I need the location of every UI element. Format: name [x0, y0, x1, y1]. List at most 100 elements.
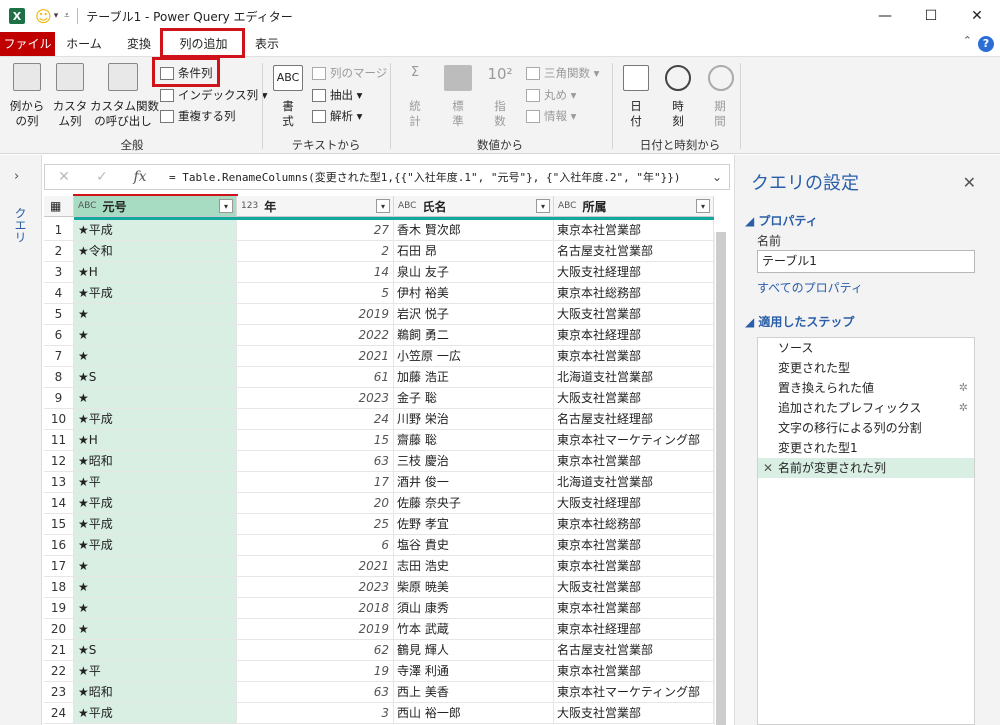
tab-add-column[interactable]: 列の追加 — [167, 32, 240, 56]
help-icon[interactable]: ? — [978, 36, 994, 52]
cell-department[interactable]: 東京本社マーケティング部 — [554, 682, 714, 703]
cell-year[interactable]: 24 — [237, 409, 394, 430]
cell-name[interactable]: 香木 賢次郎 — [394, 220, 554, 241]
tab-view[interactable]: 表示 — [244, 32, 290, 56]
cell-year[interactable]: 25 — [237, 514, 394, 535]
cell-name[interactable]: 塩谷 貴史 — [394, 535, 554, 556]
step-split-column[interactable]: 文字の移行による列の分割 — [758, 418, 974, 438]
text-type-icon[interactable]: ABC — [558, 201, 576, 211]
statistics-button[interactable]: 統 計 — [402, 99, 428, 129]
cell-era[interactable]: ★昭和 — [74, 682, 237, 703]
cell-year[interactable]: 2018 — [237, 598, 394, 619]
merge-columns-button[interactable]: 列のマージ — [312, 65, 387, 81]
close-button[interactable]: ✕ — [954, 0, 1000, 32]
cell-year[interactable]: 2021 — [237, 346, 394, 367]
cell-name[interactable]: 金子 聡 — [394, 388, 554, 409]
step-added-prefix[interactable]: 追加されたプレフィックス ✲ — [758, 398, 974, 418]
collapse-ribbon-icon[interactable]: ⌃ — [963, 34, 972, 47]
cell-department[interactable]: 東京本社営業部 — [554, 661, 714, 682]
cell-name[interactable]: 岩沢 悦子 — [394, 304, 554, 325]
confirm-formula-icon[interactable]: ✓ — [83, 169, 121, 185]
cell-name[interactable]: 佐藤 奈央子 — [394, 493, 554, 514]
cell-year[interactable]: 2023 — [237, 388, 394, 409]
cell-year[interactable]: 62 — [237, 640, 394, 661]
filter-dropdown-icon[interactable]: ▾ — [219, 199, 233, 213]
cell-year[interactable]: 20 — [237, 493, 394, 514]
cell-year[interactable]: 2019 — [237, 619, 394, 640]
quick-access-menu-icon[interactable]: ⩡ — [64, 11, 69, 21]
format-button[interactable]: 書 式 — [274, 99, 302, 129]
cell-name[interactable]: 三枝 慶治 — [394, 451, 554, 472]
rounding-button[interactable]: 丸め ▾ — [526, 87, 576, 103]
row-number[interactable]: 16 — [44, 535, 74, 556]
cancel-formula-icon[interactable]: ✕ — [45, 169, 83, 185]
table-menu-icon[interactable]: ▦ — [44, 196, 74, 217]
cell-department[interactable]: 大阪支社経理部 — [554, 262, 714, 283]
gear-icon[interactable]: ✲ — [959, 398, 968, 418]
cell-era[interactable]: ★平成 — [74, 493, 237, 514]
conditional-column-button[interactable]: 条件列 — [160, 65, 213, 81]
row-number[interactable]: 7 — [44, 346, 74, 367]
cell-era[interactable]: ★H — [74, 262, 237, 283]
cell-name[interactable]: 寺澤 利通 — [394, 661, 554, 682]
step-replaced-value[interactable]: 置き換えられた値 ✲ — [758, 378, 974, 398]
cell-era[interactable]: ★平成 — [74, 703, 237, 724]
cell-name[interactable]: 西上 美香 — [394, 682, 554, 703]
cell-department[interactable]: 大阪支社営業部 — [554, 388, 714, 409]
cell-era[interactable]: ★ — [74, 325, 237, 346]
filter-dropdown-icon[interactable]: ▾ — [536, 199, 550, 213]
step-renamed-columns[interactable]: ✕ 名前が変更された列 — [758, 458, 974, 478]
cell-era[interactable]: ★ — [74, 577, 237, 598]
cell-department[interactable]: 名古屋支社営業部 — [554, 241, 714, 262]
applied-steps-section[interactable]: ◢ 適用したステップ — [745, 313, 854, 330]
cell-name[interactable]: 鵜飼 勇二 — [394, 325, 554, 346]
cell-year[interactable]: 14 — [237, 262, 394, 283]
row-number[interactable]: 24 — [44, 703, 74, 724]
cell-era[interactable]: ★平 — [74, 661, 237, 682]
maximize-button[interactable]: ☐ — [908, 0, 954, 32]
row-number[interactable]: 23 — [44, 682, 74, 703]
cell-year[interactable]: 17 — [237, 472, 394, 493]
row-number[interactable]: 4 — [44, 283, 74, 304]
chevron-down-icon[interactable]: ▾ — [54, 11, 59, 21]
cell-year[interactable]: 6 — [237, 535, 394, 556]
cell-name[interactable]: 齋藤 聡 — [394, 430, 554, 451]
cell-era[interactable]: ★ — [74, 304, 237, 325]
cell-era[interactable]: ★S — [74, 640, 237, 661]
row-number[interactable]: 13 — [44, 472, 74, 493]
cell-name[interactable]: 西山 裕一郎 — [394, 703, 554, 724]
cell-name[interactable]: 須山 康秀 — [394, 598, 554, 619]
row-number[interactable]: 18 — [44, 577, 74, 598]
row-number[interactable]: 17 — [44, 556, 74, 577]
cell-era[interactable]: ★S — [74, 367, 237, 388]
cell-era[interactable]: ★ — [74, 619, 237, 640]
cell-name[interactable]: 鶴見 輝人 — [394, 640, 554, 661]
cell-era[interactable]: ★ — [74, 388, 237, 409]
row-number[interactable]: 11 — [44, 430, 74, 451]
cell-year[interactable]: 15 — [237, 430, 394, 451]
cell-year[interactable]: 2 — [237, 241, 394, 262]
cell-era[interactable]: ★ — [74, 346, 237, 367]
date-button[interactable]: 日 付 — [622, 99, 650, 129]
column-from-examples-button[interactable]: 例から の列 — [4, 99, 50, 129]
all-properties-link[interactable]: すべてのプロパティ — [757, 279, 863, 296]
row-number[interactable]: 9 — [44, 388, 74, 409]
row-number[interactable]: 8 — [44, 367, 74, 388]
cell-era[interactable]: ★平成 — [74, 409, 237, 430]
scientific-button[interactable]: 指 数 — [486, 99, 514, 129]
row-number[interactable]: 6 — [44, 325, 74, 346]
text-type-icon[interactable]: ABC — [398, 201, 416, 211]
index-column-button[interactable]: インデックス列 ▾ — [160, 87, 268, 103]
row-number[interactable]: 19 — [44, 598, 74, 619]
cell-era[interactable]: ★ — [74, 556, 237, 577]
formula-expand-icon[interactable]: ⌄ — [705, 170, 729, 184]
step-source[interactable]: ソース — [758, 338, 974, 358]
column-header-department[interactable]: ABC 所属 ▾ — [554, 196, 714, 217]
cell-department[interactable]: 北海道支社営業部 — [554, 367, 714, 388]
row-number[interactable]: 12 — [44, 451, 74, 472]
close-icon[interactable]: ✕ — [963, 173, 976, 192]
column-header-year[interactable]: 123 年 ▾ — [237, 196, 394, 217]
row-number[interactable]: 1 — [44, 220, 74, 241]
cell-department[interactable]: 東京本社営業部 — [554, 535, 714, 556]
cell-era[interactable]: ★H — [74, 430, 237, 451]
